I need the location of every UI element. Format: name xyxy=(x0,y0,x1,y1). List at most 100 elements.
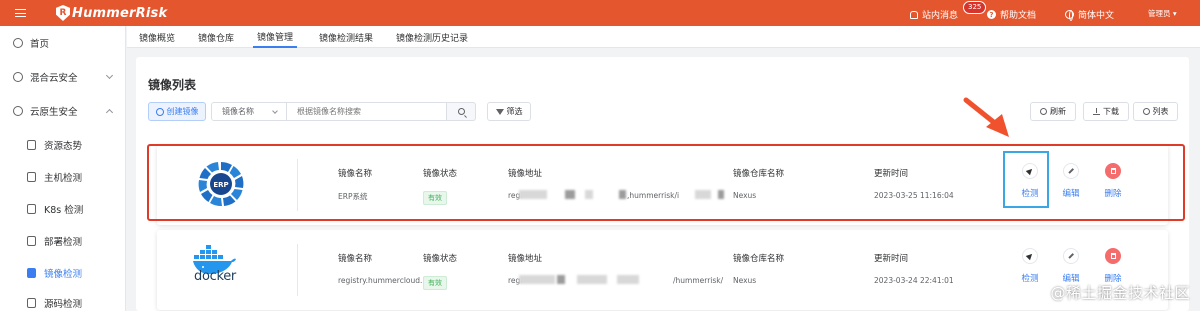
tab-scan-history[interactable]: 镜像检测历史记录 xyxy=(396,26,468,48)
create-image-label: 创建镜像 xyxy=(166,107,199,116)
sidebar-item-k8s-check[interactable]: K8s 检测 xyxy=(0,193,126,225)
image-row: docker 镜像名称 registry.hummercloud... 镜像状态… xyxy=(157,230,1168,310)
detect-button[interactable]: 检测 xyxy=(1016,248,1044,284)
tab-label: 镜像检测结果 xyxy=(319,33,374,44)
sidebar: 首页 混合云安全 云原生安全 资源态势 主机检测 K8s 检测 部署检测 镜像检… xyxy=(0,26,126,311)
bell-icon xyxy=(910,10,918,19)
help-icon: ? xyxy=(987,10,996,19)
col-header-updated: 更新时间 xyxy=(874,254,909,264)
app-logo[interactable]: R HummerRisk xyxy=(56,5,167,21)
row-divider xyxy=(297,244,298,296)
detect-label: 检测 xyxy=(1021,274,1039,284)
sidebar-item-label: 混合云安全 xyxy=(30,73,78,84)
tab-label: 镜像仓库 xyxy=(198,33,235,44)
col-header-address: 镜像地址 xyxy=(508,254,543,264)
chevron-down-icon xyxy=(105,71,114,80)
refresh-icon xyxy=(1040,108,1047,115)
messages-link[interactable]: 站内消息 xyxy=(910,8,958,21)
hamburger-menu-icon[interactable] xyxy=(0,0,40,26)
image-name: registry.hummercloud... xyxy=(338,276,428,285)
sidebar-item-label: K8s 检测 xyxy=(44,205,84,216)
edit-button[interactable]: 编辑 xyxy=(1057,248,1085,284)
trash-icon xyxy=(1110,253,1116,259)
sidebar-item-resource-posture[interactable]: 资源态势 xyxy=(0,129,126,161)
redacted-block xyxy=(557,275,565,284)
search-button[interactable] xyxy=(446,102,476,121)
sidebar-item-host-check[interactable]: 主机检测 xyxy=(0,161,126,193)
image-icon xyxy=(27,268,36,278)
tab-label: 镜像检测历史记录 xyxy=(396,33,469,44)
annotation-arrow-icon xyxy=(963,97,1009,137)
send-icon xyxy=(1025,251,1035,261)
tab-image-repo[interactable]: 镜像仓库 xyxy=(198,26,234,48)
page-title: 镜像列表 xyxy=(148,78,197,92)
search-icon xyxy=(457,108,465,115)
sidebar-item-hybrid-cloud[interactable]: 混合云安全 xyxy=(0,60,126,94)
status-badge: 有效 xyxy=(423,276,447,290)
trash-icon-wrap xyxy=(1105,248,1121,264)
language-label: 简体中文 xyxy=(1078,11,1115,21)
download-button[interactable]: 下载 xyxy=(1083,102,1129,121)
sidebar-item-label: 主机检测 xyxy=(44,173,83,184)
image-address-path: /hummerrisk/ xyxy=(673,276,724,285)
cloud-icon xyxy=(13,72,23,82)
shield-icon xyxy=(27,140,36,150)
search-input[interactable] xyxy=(287,102,447,121)
tab-image-manage[interactable]: 镜像管理 xyxy=(253,26,298,48)
help-link[interactable]: ? 帮助文档 xyxy=(987,8,1036,21)
list-icon xyxy=(1142,108,1150,115)
user-label: 管理员 ▾ xyxy=(1148,9,1177,18)
repo-name: Nexus xyxy=(733,276,757,285)
list-view-label: 列表 xyxy=(1152,107,1169,116)
search-field-value: 镜像名称 xyxy=(222,107,254,116)
top-bar: R HummerRisk 站内消息 325 ? 帮助文档 简体中文 管理员 ▾ xyxy=(0,0,1200,26)
sidebar-item-image-check[interactable]: 镜像检测 xyxy=(0,257,126,289)
language-switch[interactable]: 简体中文 xyxy=(1065,8,1114,21)
pen-icon-wrap xyxy=(1063,248,1079,264)
refresh-button[interactable]: 刷新 xyxy=(1030,102,1076,121)
sidebar-item-label: 资源态势 xyxy=(44,141,83,152)
sidebar-item-label: 镜像检测 xyxy=(44,269,83,280)
layers-icon xyxy=(27,236,36,246)
sidebar-item-code-check[interactable]: 源码检测 xyxy=(0,287,126,311)
sidebar-item-home[interactable]: 首页 xyxy=(0,26,126,60)
updated-time: 2023-03-24 22:41:01 xyxy=(874,276,954,285)
col-header-name: 镜像名称 xyxy=(338,254,373,264)
sidebar-item-deploy-check[interactable]: 部署检测 xyxy=(0,225,126,257)
globe-icon xyxy=(1065,10,1074,21)
filter-label: 筛选 xyxy=(506,107,523,116)
send-icon-wrap xyxy=(1022,248,1038,264)
tab-label: 镜像概览 xyxy=(139,33,176,44)
help-label: 帮助文档 xyxy=(1000,11,1037,21)
delete-button[interactable]: 删除 xyxy=(1099,248,1127,284)
list-view-button[interactable]: 列表 xyxy=(1133,102,1178,121)
redacted-block xyxy=(577,275,607,284)
tab-bar: 镜像概览 镜像仓库 镜像管理 镜像检测结果 镜像检测历史记录 xyxy=(127,26,1200,48)
col-header-repo: 镜像仓库名称 xyxy=(733,254,785,264)
create-image-button[interactable]: 创建镜像 xyxy=(148,102,206,121)
sidebar-item-label: 首页 xyxy=(30,39,50,50)
refresh-label: 刷新 xyxy=(1050,107,1066,116)
funnel-icon xyxy=(495,108,504,115)
sidebar-item-label: 云原生安全 xyxy=(30,107,78,118)
code-icon xyxy=(27,298,36,308)
chevron-up-icon xyxy=(105,108,114,117)
k8s-icon xyxy=(27,204,36,214)
filter-button[interactable]: 筛选 xyxy=(487,102,531,121)
plus-icon xyxy=(155,107,164,116)
annotation-detect-frame xyxy=(1003,151,1049,208)
pen-icon xyxy=(1068,253,1074,259)
download-icon xyxy=(1093,108,1100,115)
search-field-select[interactable]: 镜像名称 xyxy=(211,102,287,121)
messages-badge: 325 xyxy=(963,1,987,14)
user-menu[interactable]: 管理员 ▾ xyxy=(1148,8,1177,19)
sidebar-item-cloud-native[interactable]: 云原生安全 xyxy=(0,94,126,128)
sidebar-item-label: 源码检测 xyxy=(44,299,83,310)
list-icon xyxy=(27,172,36,182)
messages-label: 站内消息 xyxy=(922,11,959,21)
chevron-down-icon xyxy=(272,108,278,114)
tab-scan-results[interactable]: 镜像检测结果 xyxy=(319,26,373,48)
app-name: HummerRisk xyxy=(72,5,168,21)
col-header-status: 镜像状态 xyxy=(423,254,458,264)
tab-image-overview[interactable]: 镜像概览 xyxy=(139,26,175,48)
